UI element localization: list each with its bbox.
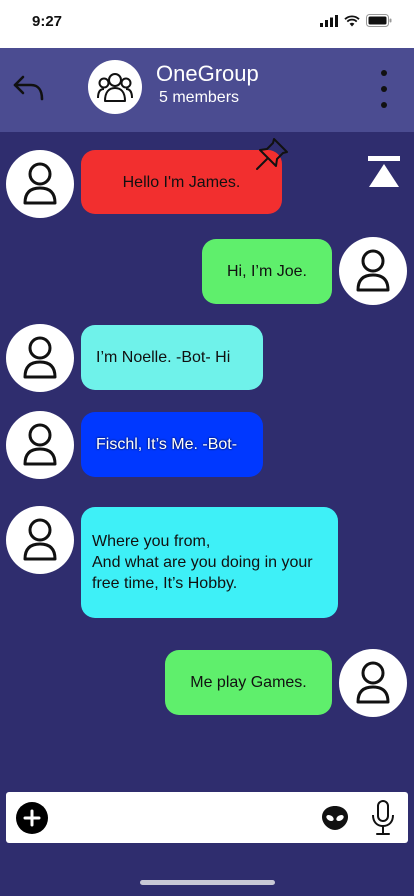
message-text: Hi, I’m Joe.	[226, 263, 307, 280]
wifi-icon	[344, 14, 360, 26]
group-icon	[97, 73, 133, 102]
message-composer	[6, 792, 408, 843]
more-dot-icon	[381, 70, 387, 76]
message-text-line: free time, It’s Hobby.	[92, 575, 238, 592]
message-text: I’m Noelle. -Bot- Hi	[96, 349, 231, 366]
plus-icon	[23, 809, 41, 827]
microphone-icon[interactable]	[370, 800, 396, 836]
pin-icon[interactable]	[254, 136, 290, 172]
more-options-button[interactable]	[376, 70, 392, 108]
avatar-james[interactable]	[6, 150, 74, 218]
status-bar: 9:27	[0, 0, 414, 48]
add-attachment-button[interactable]	[16, 802, 48, 834]
chat-header: OneGroup 5 members	[0, 48, 414, 132]
user-icon	[356, 661, 390, 704]
more-dot-icon	[381, 86, 387, 92]
message-text-line: And what are you doing in your	[92, 554, 313, 571]
scroll-to-top-icon[interactable]	[368, 156, 400, 190]
message-bubble[interactable]: I’m Noelle. -Bot- Hi	[81, 325, 263, 390]
avatar-fischl[interactable]	[6, 411, 74, 479]
user-icon	[23, 423, 57, 466]
group-name[interactable]: OneGroup	[156, 61, 259, 87]
status-icons	[320, 14, 392, 27]
back-arrow-icon	[13, 75, 44, 101]
message-bubble[interactable]: Fischl, It’s Me. -Bot-	[81, 412, 263, 477]
user-icon	[23, 162, 57, 205]
avatar-noelle[interactable]	[6, 506, 74, 574]
message-bubble[interactable]: Where you from, And what are you doing i…	[81, 507, 338, 618]
alien-emoji-icon[interactable]	[321, 804, 349, 832]
group-avatar[interactable]	[88, 60, 142, 114]
home-indicator	[140, 880, 275, 885]
more-dot-icon	[381, 102, 387, 108]
avatar-noelle[interactable]	[6, 324, 74, 392]
message-text: Hello I'm James.	[122, 173, 241, 191]
message-text-line: Where you from,	[92, 533, 211, 550]
message-bubble[interactable]: Me play Games.	[165, 650, 332, 715]
user-icon	[23, 518, 57, 561]
user-icon	[23, 336, 57, 379]
user-icon	[356, 249, 390, 292]
avatar-joe[interactable]	[339, 649, 407, 717]
back-button[interactable]	[8, 68, 48, 108]
signal-icon	[320, 14, 338, 27]
avatar-joe[interactable]	[339, 237, 407, 305]
status-time: 9:27	[32, 13, 63, 30]
group-member-count: 5 members	[159, 89, 240, 106]
message-text: Me play Games.	[190, 674, 307, 691]
message-bubble[interactable]: Hi, I’m Joe.	[202, 239, 332, 304]
message-bubble[interactable]: Hello I'm James.	[81, 150, 282, 214]
message-input[interactable]	[60, 800, 310, 834]
battery-icon	[366, 14, 392, 27]
message-text: Fischl, It’s Me. -Bot-	[96, 436, 238, 453]
